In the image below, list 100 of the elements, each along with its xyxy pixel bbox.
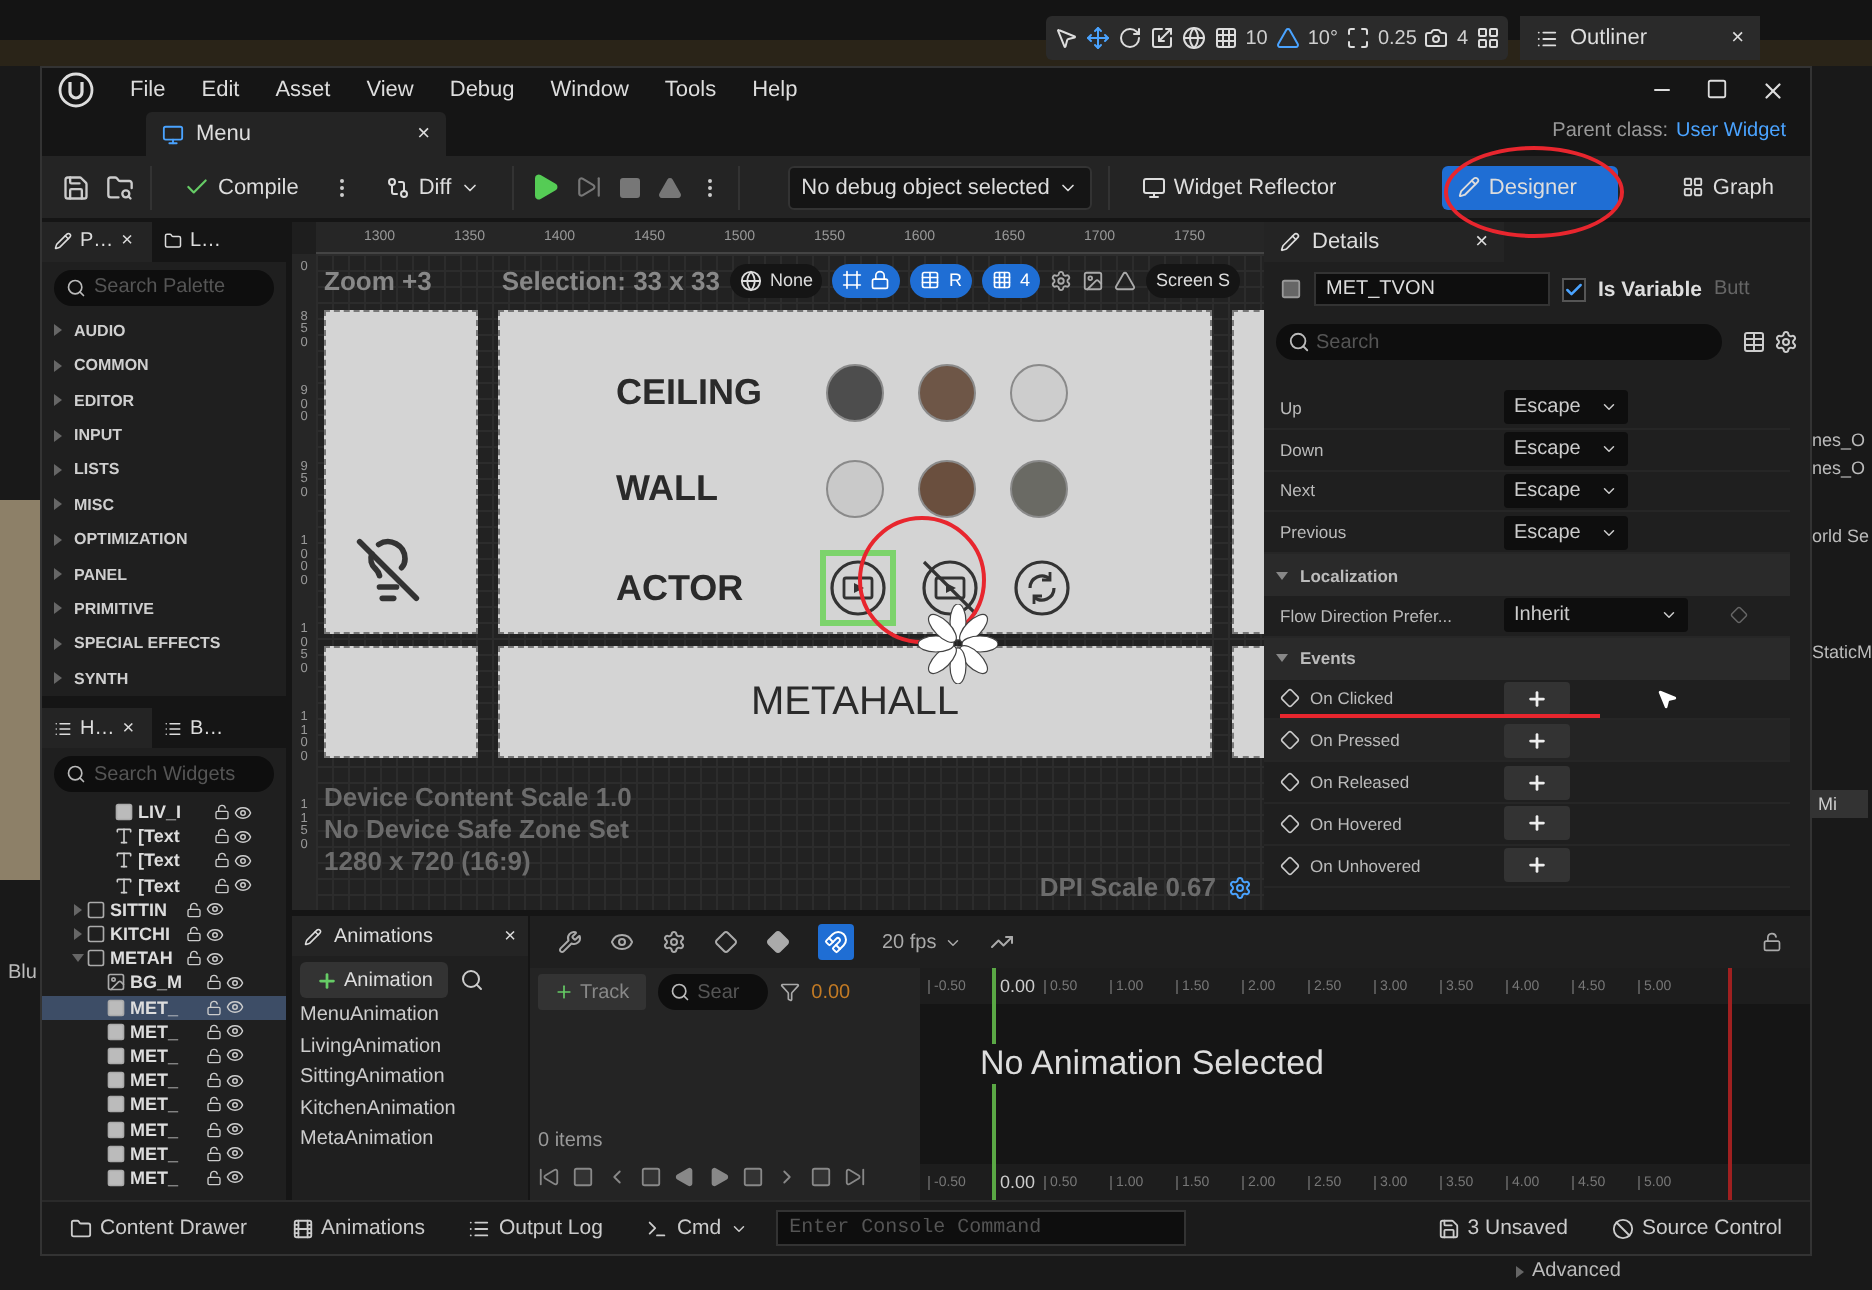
lock-icon[interactable] <box>206 1072 222 1089</box>
material-sphere[interactable] <box>918 363 976 422</box>
toolbar-toggle[interactable]: 4 <box>981 263 1040 297</box>
side-button[interactable]: Mi <box>1812 790 1868 818</box>
select-icon[interactable] <box>1053 26 1078 50</box>
hierarchy-item[interactable]: [Text <box>42 873 286 898</box>
action-button[interactable] <box>1010 556 1074 621</box>
hierarchy-item[interactable]: [Text <box>42 848 286 874</box>
navigation-dropdown[interactable]: Escape <box>1504 390 1628 425</box>
menu-item[interactable]: Window <box>550 78 629 102</box>
palette-category[interactable]: EDITOR <box>42 382 286 418</box>
action-button[interactable] <box>918 556 982 621</box>
menu-item[interactable]: Edit <box>201 78 240 102</box>
lock-icon[interactable] <box>1762 932 1782 952</box>
lock-icon[interactable] <box>214 828 230 845</box>
details-tab[interactable]: Details × <box>1264 222 1504 262</box>
dock-tab[interactable]: H… × <box>42 708 152 748</box>
lock-icon[interactable] <box>214 877 230 894</box>
screen-size-button[interactable]: Screen S <box>1145 263 1241 297</box>
output-log-button[interactable]: Output Log <box>452 1216 619 1240</box>
visibility-icon[interactable] <box>226 1144 244 1163</box>
filter-icon[interactable] <box>779 982 800 1002</box>
visibility-icon[interactable] <box>234 851 252 870</box>
action-button[interactable] <box>826 556 890 621</box>
animations-button[interactable]: Animations <box>275 1216 441 1240</box>
search-field[interactable]: Search Widgets <box>54 756 274 792</box>
visibility-icon[interactable] <box>206 925 224 944</box>
square-icon[interactable] <box>810 1165 832 1187</box>
unsaved-button[interactable]: 3 Unsaved <box>1421 1216 1584 1240</box>
section-header[interactable]: Localization <box>1264 554 1790 596</box>
palette-category[interactable]: AUDIO <box>42 313 286 349</box>
menu-item[interactable]: Asset <box>275 78 331 102</box>
skip-back-icon[interactable] <box>538 1165 560 1187</box>
visibility-icon[interactable] <box>234 876 252 895</box>
console-input[interactable]: Enter Console Command <box>775 1210 1186 1246</box>
scale-snap-value[interactable]: 0.25 <box>1377 27 1417 49</box>
hierarchy-item[interactable]: MET_ <box>42 1116 286 1142</box>
menu-item[interactable]: File <box>130 78 166 102</box>
menu-item[interactable]: Help <box>752 78 798 102</box>
hierarchy-item[interactable]: KITCHI <box>42 921 286 947</box>
palette-category[interactable]: INPUT <box>42 417 286 453</box>
fps-dropdown[interactable]: 20 fps <box>882 931 963 953</box>
lock-icon[interactable] <box>206 1096 222 1113</box>
maximize-icon[interactable] <box>1706 77 1728 99</box>
layout-icon[interactable] <box>1476 26 1500 50</box>
visibility-icon[interactable] <box>226 1046 244 1065</box>
play-icon[interactable] <box>529 172 560 202</box>
camera-icon[interactable] <box>1424 26 1449 50</box>
palette-category[interactable]: PRIMITIVE <box>42 591 286 627</box>
browse-icon[interactable] <box>106 173 134 201</box>
add-event-button[interactable] <box>1504 681 1570 716</box>
palette-category[interactable]: OPTIMIZATION <box>42 522 286 557</box>
material-sphere[interactable] <box>918 459 976 518</box>
visibility-icon[interactable] <box>226 1168 244 1187</box>
outliner-tab[interactable]: Outliner × <box>1520 16 1760 60</box>
flow-direction-dropdown[interactable]: Inherit <box>1504 598 1688 633</box>
rotation-snap-value[interactable]: 10° <box>1307 27 1338 49</box>
visibility-icon[interactable] <box>226 998 244 1017</box>
hierarchy-item[interactable]: MET_ <box>42 1043 286 1069</box>
add-animation-button[interactable]: Animation <box>300 962 449 998</box>
palette-category[interactable]: LISTS <box>42 452 286 488</box>
content-drawer-button[interactable]: Content Drawer <box>54 1216 264 1240</box>
visibility-icon[interactable] <box>226 1022 244 1041</box>
palette-category[interactable]: PANEL <box>42 556 286 592</box>
search-field[interactable]: Sear <box>657 974 768 1010</box>
navigation-dropdown[interactable]: Escape <box>1504 473 1628 508</box>
hierarchy-item[interactable]: LIV_I <box>42 800 286 825</box>
lock-icon[interactable] <box>186 926 202 943</box>
palette-category[interactable]: SYNTH <box>42 661 286 696</box>
lock-icon[interactable] <box>206 1169 222 1186</box>
dock-tab[interactable]: L… <box>152 222 262 262</box>
lock-icon[interactable] <box>186 950 202 967</box>
animation-item[interactable]: MenuAnimation <box>292 1004 528 1033</box>
menu-item[interactable]: View <box>366 78 414 102</box>
lock-icon[interactable] <box>206 1047 222 1064</box>
globe-icon[interactable] <box>1181 26 1206 50</box>
stop-icon[interactable] <box>617 175 642 199</box>
add-event-button[interactable] <box>1504 765 1570 800</box>
widget-reflector-button[interactable]: Widget Reflector <box>1125 165 1353 209</box>
dock-tab[interactable]: P… × <box>42 222 152 262</box>
name-field[interactable]: MET_TVON <box>1314 272 1550 306</box>
visibility-icon[interactable] <box>234 827 252 846</box>
material-sphere[interactable] <box>1010 459 1068 518</box>
square-icon[interactable] <box>640 1165 662 1187</box>
settings-icon[interactable] <box>1774 330 1798 354</box>
close-icon[interactable] <box>1760 77 1786 103</box>
checkbox[interactable] <box>1562 277 1586 301</box>
visibility-icon[interactable] <box>226 973 244 992</box>
visibility-icon[interactable] <box>226 1071 244 1090</box>
hierarchy-item[interactable]: MET_ <box>42 1019 286 1044</box>
mode-button[interactable]: Designer <box>1442 165 1619 209</box>
gear-icon[interactable] <box>1049 269 1072 291</box>
animation-item[interactable]: MetaAnimation <box>292 1128 528 1157</box>
gear-icon[interactable] <box>662 930 686 954</box>
play-reverse-icon[interactable] <box>674 1165 696 1187</box>
animation-item[interactable]: SittingAnimation <box>292 1066 528 1095</box>
grid-snap-value[interactable]: 10 <box>1245 27 1268 49</box>
angle-icon[interactable] <box>1275 26 1300 50</box>
toolbar-toggle[interactable] <box>832 263 901 297</box>
play-icon[interactable] <box>708 1165 730 1187</box>
